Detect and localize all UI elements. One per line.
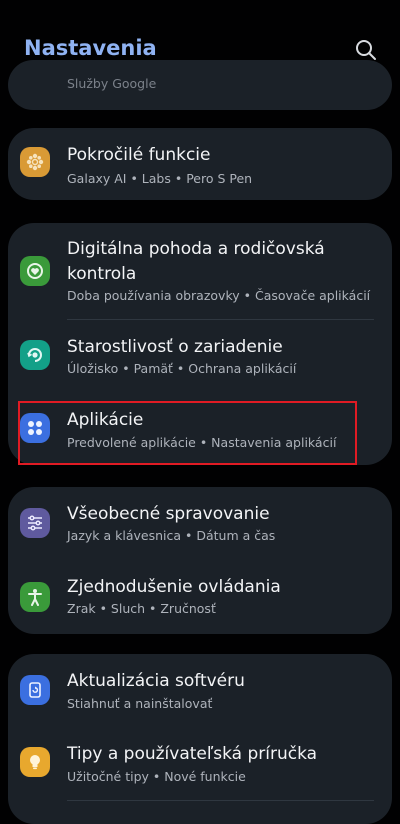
row-subtitle: Stiahnuť a nainštalovať — [67, 696, 213, 711]
row-subtitle: Zrak • Sluch • Zručnosť — [67, 601, 216, 616]
row-title: Pokročilé funkcie — [67, 145, 211, 165]
highlight-box — [18, 401, 357, 465]
row-subtitle: Doba používania obrazovky • Časovače apl… — [67, 288, 371, 303]
google-services-subtitle: Služby Google — [67, 76, 157, 91]
software-update-icon — [20, 675, 50, 705]
card-advanced: Pokročilé funkcie Galaxy AI • Labs • Per… — [8, 128, 392, 200]
row-digital-wellbeing[interactable]: Digitálna pohoda a rodičovská kontrola D… — [8, 223, 392, 315]
row-tips[interactable]: Tipy a používateľská príručka Užitočné t… — [8, 728, 392, 800]
row-subtitle: Jazyk a klávesnica • Dátum a čas — [67, 528, 276, 543]
general-management-icon — [20, 508, 50, 538]
row-title: Zjednodušenie ovládania — [67, 577, 281, 597]
accessibility-icon — [20, 582, 50, 612]
divider — [67, 319, 374, 320]
row-title: Tipy a používateľská príručka — [67, 744, 318, 764]
row-title: Aktualizácia softvéru — [67, 671, 245, 691]
row-subtitle: Galaxy AI • Labs • Pero S Pen — [67, 171, 253, 186]
card-updates: Aktualizácia softvéru Stiahnuť a nainšta… — [8, 654, 392, 824]
row-subtitle: Úložisko • Pamäť • Ochrana aplikácií — [67, 361, 297, 376]
page-title: Nastavenia — [24, 36, 157, 60]
device-care-icon — [20, 340, 50, 370]
partial-card-google[interactable]: Služby Google — [8, 60, 392, 110]
row-title: Starostlivosť o zariadenie — [67, 337, 283, 357]
card-general: Všeobecné spravovanie Jazyk a klávesnica… — [8, 487, 392, 634]
row-accessibility[interactable]: Zjednodušenie ovládania Zrak • Sluch • Z… — [8, 561, 392, 633]
row-title: Digitálna pohoda a rodičovská kontrola — [67, 239, 325, 284]
tips-icon — [20, 747, 50, 777]
row-subtitle: Užitočné tipy • Nové funkcie — [67, 769, 246, 784]
divider — [67, 800, 374, 801]
row-advanced-features[interactable]: Pokročilé funkcie Galaxy AI • Labs • Per… — [8, 128, 392, 200]
row-title: Všeobecné spravovanie — [67, 504, 270, 524]
row-device-care[interactable]: Starostlivosť o zariadenie Úložisko • Pa… — [8, 321, 392, 393]
row-general-management[interactable]: Všeobecné spravovanie Jazyk a klávesnica… — [8, 487, 392, 559]
row-software-update[interactable]: Aktualizácia softvéru Stiahnuť a nainšta… — [8, 654, 392, 726]
advanced-features-icon — [20, 147, 50, 177]
digital-wellbeing-icon — [20, 256, 50, 286]
search-icon[interactable] — [355, 39, 377, 61]
